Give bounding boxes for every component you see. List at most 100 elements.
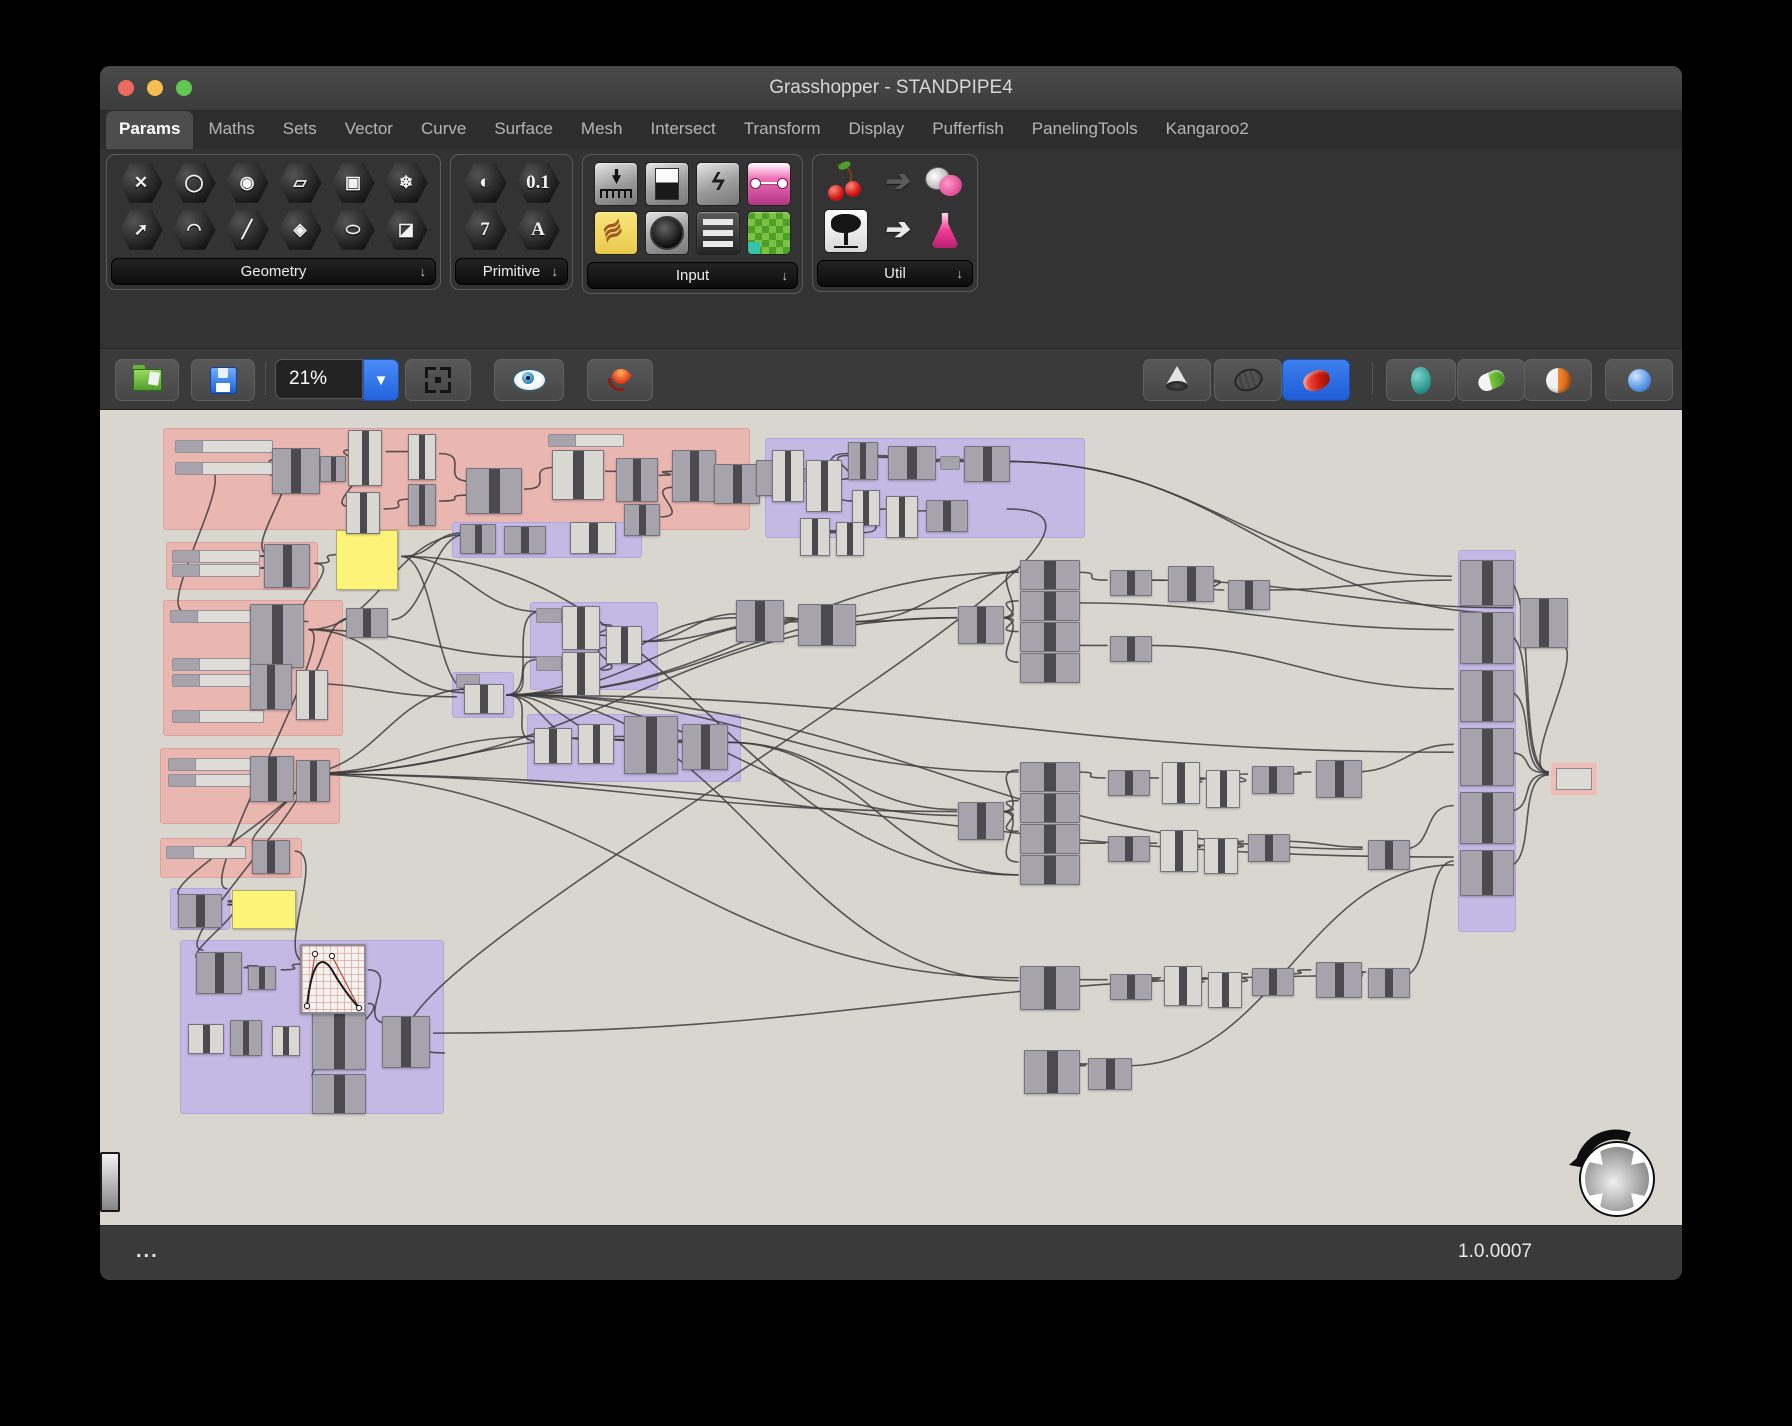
component-node[interactable] xyxy=(578,724,614,764)
number-slider-node[interactable] xyxy=(170,610,252,623)
component-node[interactable] xyxy=(250,604,304,668)
close-button[interactable] xyxy=(118,80,134,96)
group-param-icon[interactable]: ◈ xyxy=(277,209,323,251)
component-node[interactable] xyxy=(312,1074,366,1114)
component-node[interactable] xyxy=(248,966,276,990)
galapagos-tree-icon[interactable] xyxy=(824,209,868,253)
component-node[interactable] xyxy=(1110,570,1152,596)
vector-param-icon[interactable]: ➚ xyxy=(118,209,164,251)
graph-mapper-icon[interactable]: ϟ xyxy=(696,162,740,206)
component-node[interactable] xyxy=(250,664,292,710)
number-param-icon[interactable]: 0.1 xyxy=(515,162,561,204)
component-node[interactable] xyxy=(1204,838,1238,874)
output-param-node[interactable] xyxy=(1556,768,1592,790)
number-slider-node[interactable] xyxy=(172,710,264,723)
integer-param-icon[interactable]: 7 xyxy=(462,209,508,251)
component-node[interactable] xyxy=(848,442,878,480)
colour-swatch-icon[interactable] xyxy=(747,211,791,255)
component-node[interactable] xyxy=(964,446,1010,482)
component-node[interactable] xyxy=(264,544,310,588)
component-node[interactable] xyxy=(1020,653,1080,683)
brep-param-icon[interactable]: ◪ xyxy=(383,209,429,251)
component-node[interactable] xyxy=(570,522,616,554)
save-file-button[interactable] xyxy=(191,359,255,401)
number-slider-node[interactable] xyxy=(548,434,624,447)
component-node[interactable] xyxy=(250,756,294,802)
tab-pufferfish[interactable]: Pufferfish xyxy=(919,111,1017,149)
component-node[interactable] xyxy=(1020,855,1080,885)
cherry-picker-icon[interactable] xyxy=(825,162,867,204)
component-node[interactable] xyxy=(1460,728,1514,786)
box-param-icon[interactable]: ▣ xyxy=(330,162,376,204)
component-node[interactable] xyxy=(1020,622,1080,652)
component-node[interactable] xyxy=(466,468,522,514)
component-node[interactable] xyxy=(852,490,880,526)
boolean-param-icon[interactable]: ◐ xyxy=(462,162,508,204)
jar-icon[interactable] xyxy=(924,162,966,204)
component-node[interactable] xyxy=(562,652,600,696)
value-list-icon[interactable] xyxy=(696,211,740,255)
component-node[interactable] xyxy=(460,524,496,554)
number-slider-node[interactable] xyxy=(175,462,273,475)
tab-kangaroo2[interactable]: Kangaroo2 xyxy=(1153,111,1262,149)
number-slider-node[interactable] xyxy=(166,846,246,859)
component-node[interactable] xyxy=(888,446,936,480)
component-node[interactable] xyxy=(1110,974,1152,1000)
component-node[interactable] xyxy=(408,484,436,526)
param-chip-node[interactable] xyxy=(536,608,562,623)
param-chip-node[interactable] xyxy=(940,456,960,470)
component-node[interactable] xyxy=(272,448,320,494)
ribbon-group-label-geometry[interactable]: Geometry↓ xyxy=(111,258,436,285)
component-node[interactable] xyxy=(1460,560,1514,606)
component-node[interactable] xyxy=(408,434,436,480)
component-node[interactable] xyxy=(1088,1058,1132,1090)
zoom-extents-button[interactable] xyxy=(405,359,471,401)
panel-icon[interactable]: ≋ xyxy=(594,211,638,255)
canvas[interactable] xyxy=(100,410,1682,1225)
component-node[interactable] xyxy=(836,522,864,556)
component-node[interactable] xyxy=(1460,670,1514,722)
zoom-dropdown-button[interactable]: ▼ xyxy=(363,359,399,401)
component-node[interactable] xyxy=(1368,968,1410,998)
component-node[interactable] xyxy=(382,1016,430,1068)
preview-mesh-quality-button[interactable] xyxy=(1524,359,1592,401)
component-node[interactable] xyxy=(624,504,660,536)
component-node[interactable] xyxy=(958,606,1004,644)
surface-param-icon[interactable]: ▱ xyxy=(277,162,323,204)
number-slider-node[interactable] xyxy=(168,774,256,787)
tab-surface[interactable]: Surface xyxy=(481,111,566,149)
component-node[interactable] xyxy=(296,670,328,720)
component-node[interactable] xyxy=(552,450,604,500)
ribbon-group-label-util[interactable]: Util↓ xyxy=(817,260,973,287)
panel-node[interactable] xyxy=(336,530,398,590)
ribbon-group-label-input[interactable]: Input↓ xyxy=(587,262,798,289)
component-node[interactable] xyxy=(1020,966,1080,1010)
tab-intersect[interactable]: Intersect xyxy=(638,111,729,149)
component-node[interactable] xyxy=(1020,560,1080,590)
component-node[interactable] xyxy=(714,464,760,504)
shaded-preview-button[interactable] xyxy=(1282,359,1350,401)
component-node[interactable] xyxy=(1168,566,1214,602)
param-geometry-icon[interactable]: ✕ xyxy=(118,162,164,204)
control-knob-icon[interactable] xyxy=(645,211,689,255)
component-node[interactable] xyxy=(562,606,600,650)
title-bar[interactable]: Grasshopper - STANDPIPE4 xyxy=(100,66,1682,111)
component-node[interactable] xyxy=(348,430,382,486)
zoom-button[interactable] xyxy=(176,80,192,96)
component-node[interactable] xyxy=(464,684,504,714)
component-node[interactable] xyxy=(504,526,546,554)
component-node[interactable] xyxy=(1252,968,1294,996)
text-param-icon[interactable]: A xyxy=(515,209,561,251)
component-node[interactable] xyxy=(1108,770,1150,796)
component-node[interactable] xyxy=(772,450,804,502)
tab-sets[interactable]: Sets xyxy=(270,111,330,149)
component-node[interactable] xyxy=(1252,766,1294,794)
component-node[interactable] xyxy=(346,492,380,534)
component-node[interactable] xyxy=(1164,966,1202,1006)
canvas-scrollbar-handle[interactable] xyxy=(100,1152,120,1212)
minimize-button[interactable] xyxy=(147,80,163,96)
component-node[interactable] xyxy=(534,728,572,764)
component-node[interactable] xyxy=(230,1020,262,1056)
document-preview-button[interactable] xyxy=(1457,359,1525,401)
component-node[interactable] xyxy=(346,608,388,638)
